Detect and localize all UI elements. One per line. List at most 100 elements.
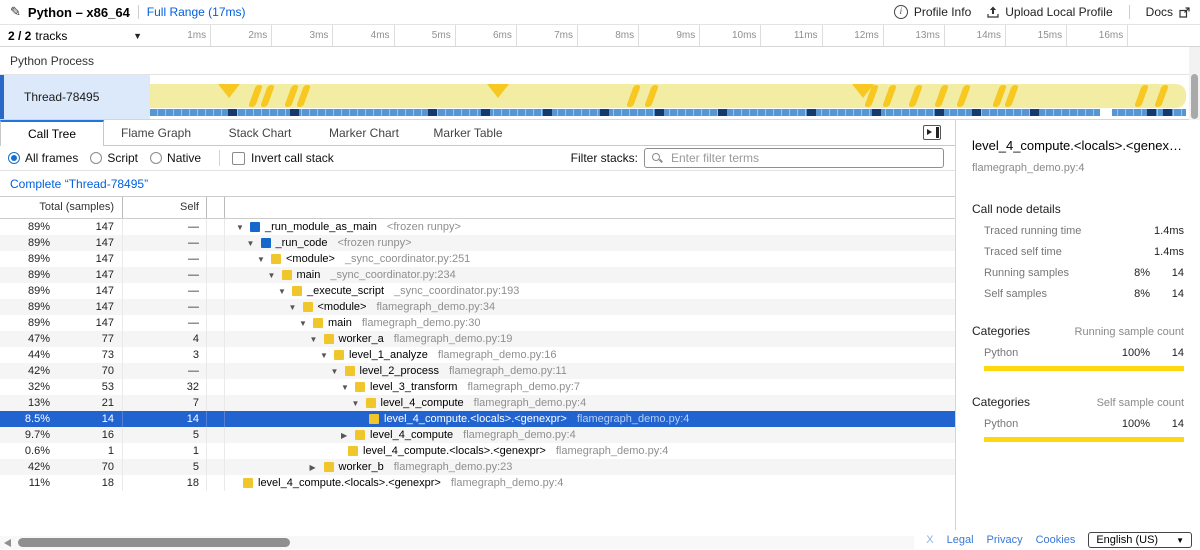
sidebar-toggle-icon[interactable] — [923, 125, 941, 140]
row-total-percent: 47% — [0, 333, 50, 345]
table-row[interactable]: 0.6%11level_4_compute.<locals>.<genexpr>… — [0, 443, 955, 459]
column-header-total[interactable]: Total (samples) — [0, 197, 123, 218]
table-row[interactable]: 89%147—▼<module>_sync_coordinator.py:251 — [0, 251, 955, 267]
row-node: ▶worker_bflamegraph_demo.py:23 — [225, 459, 955, 475]
table-row[interactable]: 32%5332▼level_3_transformflamegraph_demo… — [0, 379, 955, 395]
sample-dark-segment — [1030, 109, 1039, 116]
category-percent: 100% — [1106, 347, 1150, 359]
expander-open-icon[interactable]: ▼ — [288, 303, 303, 312]
docs-link[interactable]: Docs — [1146, 5, 1190, 19]
table-row[interactable]: 89%147—▼main_sync_coordinator.py:234 — [0, 267, 955, 283]
expander-open-icon[interactable]: ▼ — [267, 271, 282, 280]
row-total-samples: 147 — [50, 283, 123, 299]
timeline-ruler-row: 2 / 2 tracks ▼ 1ms2ms3ms4ms5ms6ms7ms8ms9… — [0, 25, 1200, 47]
track-marker-slash — [882, 85, 897, 107]
expander-open-icon[interactable]: ▼ — [277, 287, 292, 296]
vertical-scrollbar-thumb[interactable] — [1191, 74, 1198, 119]
row-total-percent: 44% — [0, 349, 50, 361]
expander-open-icon[interactable]: ▼ — [235, 223, 250, 232]
sample-dark-segment — [1147, 109, 1156, 116]
track-marker-triangle — [218, 84, 240, 98]
table-row[interactable]: 13%217▼level_4_computeflamegraph_demo.py… — [0, 395, 955, 411]
node-name: _run_module_as_main — [265, 221, 377, 233]
footer-link-cookies[interactable]: Cookies — [1036, 534, 1076, 546]
expander-closed-icon[interactable]: ▶ — [309, 463, 324, 472]
expander-open-icon[interactable]: ▼ — [298, 319, 313, 328]
table-row[interactable]: 89%147—▼<module>flamegraph_demo.py:34 — [0, 299, 955, 315]
row-node: ▼worker_aflamegraph_demo.py:19 — [225, 331, 955, 347]
category-square-icon — [313, 318, 323, 328]
tab-marker-chart[interactable]: Marker Chart — [312, 120, 416, 145]
sidebar-node-title: level_4_compute.<locals>.<genexpr> — [972, 138, 1184, 153]
category-square-icon — [261, 238, 271, 248]
row-node: ▼main_sync_coordinator.py:234 — [225, 267, 955, 283]
expander-open-icon[interactable]: ▼ — [351, 399, 366, 408]
node-location: flamegraph_demo.py:19 — [394, 333, 513, 345]
table-row[interactable]: 89%147—▼_execute_script_sync_coordinator… — [0, 283, 955, 299]
thread-track-label[interactable]: Thread-78495 — [0, 75, 150, 119]
expander-open-icon[interactable]: ▼ — [256, 255, 271, 264]
tab-stack-chart[interactable]: Stack Chart — [208, 120, 312, 145]
track-marker-slash — [956, 85, 971, 107]
table-row[interactable]: 89%147—▼_run_code<frozen runpy> — [0, 235, 955, 251]
expander-open-icon[interactable]: ▼ — [330, 367, 345, 376]
expander-open-icon[interactable]: ▼ — [246, 239, 261, 248]
tab-flame-graph[interactable]: Flame Graph — [104, 120, 208, 145]
table-row[interactable]: 47%774▼worker_aflamegraph_demo.py:19 — [0, 331, 955, 347]
node-name: level_4_compute.<locals>.<genexpr> — [363, 445, 546, 457]
language-select[interactable]: English (US) ▼ — [1088, 532, 1192, 548]
timeline-ruler-fill — [1128, 25, 1190, 46]
footer-link-privacy[interactable]: Privacy — [987, 534, 1023, 546]
expander-open-icon[interactable]: ▼ — [309, 335, 324, 344]
radio-native[interactable]: Native — [150, 151, 201, 165]
detail-label: Traced running time — [984, 225, 1106, 237]
row-self-samples: — — [123, 315, 207, 331]
row-total-percent: 89% — [0, 221, 50, 233]
timeline-tick: 6ms — [456, 25, 517, 46]
table-row[interactable]: 42%705▶worker_bflamegraph_demo.py:23 — [0, 459, 955, 475]
track-marker-slash — [644, 85, 659, 107]
expander-open-icon[interactable]: ▼ — [319, 351, 334, 360]
table-row[interactable]: 89%147—▼mainflamegraph_demo.py:30 — [0, 315, 955, 331]
radio-all-frames[interactable]: All frames — [8, 151, 78, 165]
call-node-details-heading: Call node details — [972, 202, 1184, 216]
table-row[interactable]: 42%70—▼level_2_processflamegraph_demo.py… — [0, 363, 955, 379]
footer-link-x[interactable]: X — [926, 534, 933, 546]
profile-info-label: Profile Info — [914, 5, 971, 19]
horizontal-scrollbar-thumb[interactable] — [18, 538, 290, 547]
track-marker-slash — [626, 85, 641, 107]
column-header-self[interactable]: Self — [123, 197, 207, 218]
upload-profile-button[interactable]: Upload Local Profile — [987, 5, 1112, 19]
filter-box — [644, 148, 944, 168]
radio-script[interactable]: Script — [90, 151, 138, 165]
profile-info-button[interactable]: i Profile Info — [894, 5, 971, 19]
tracks-count: 2 / 2 — [8, 29, 31, 43]
table-row[interactable]: 9.7%165▶level_4_computeflamegraph_demo.p… — [0, 427, 955, 443]
breadcrumb[interactable]: Complete “Thread-78495” — [10, 177, 148, 191]
table-row[interactable]: 11%1818level_4_compute.<locals>.<genexpr… — [0, 475, 955, 491]
row-total-percent: 13% — [0, 397, 50, 409]
tab-call-tree[interactable]: Call Tree — [0, 120, 104, 146]
expander-closed-icon[interactable]: ▶ — [340, 431, 355, 440]
category-bar — [984, 437, 1184, 442]
filter-input[interactable] — [644, 148, 944, 168]
full-range-link[interactable]: Full Range (17ms) — [147, 5, 246, 19]
table-row[interactable]: 89%147—▼_run_module_as_main<frozen runpy… — [0, 219, 955, 235]
sample-dark-segment — [655, 109, 664, 116]
thread-track[interactable] — [150, 75, 1186, 119]
footer-link-legal[interactable]: Legal — [947, 534, 974, 546]
node-location: flamegraph_demo.py:4 — [577, 413, 690, 425]
node-location: <frozen runpy> — [387, 221, 461, 233]
invert-call-stack-toggle[interactable]: Invert call stack — [232, 151, 334, 165]
table-row[interactable]: 8.5%1414level_4_compute.<locals>.<genexp… — [0, 411, 955, 427]
tracks-dropdown[interactable]: 2 / 2 tracks ▼ — [0, 25, 150, 46]
table-row[interactable]: 44%733▼level_1_analyzeflamegraph_demo.py… — [0, 347, 955, 363]
category-square-icon — [324, 462, 334, 472]
scroll-left-arrow-icon[interactable] — [4, 539, 11, 547]
expander-open-icon[interactable]: ▼ — [340, 383, 355, 392]
edit-pencil-icon[interactable]: ✎ — [10, 4, 21, 20]
process-track-header[interactable]: Python Process — [0, 47, 1200, 75]
tab-marker-table[interactable]: Marker Table — [416, 120, 520, 145]
node-location: _sync_coordinator.py:251 — [345, 253, 470, 265]
row-self-samples: 5 — [123, 427, 207, 443]
